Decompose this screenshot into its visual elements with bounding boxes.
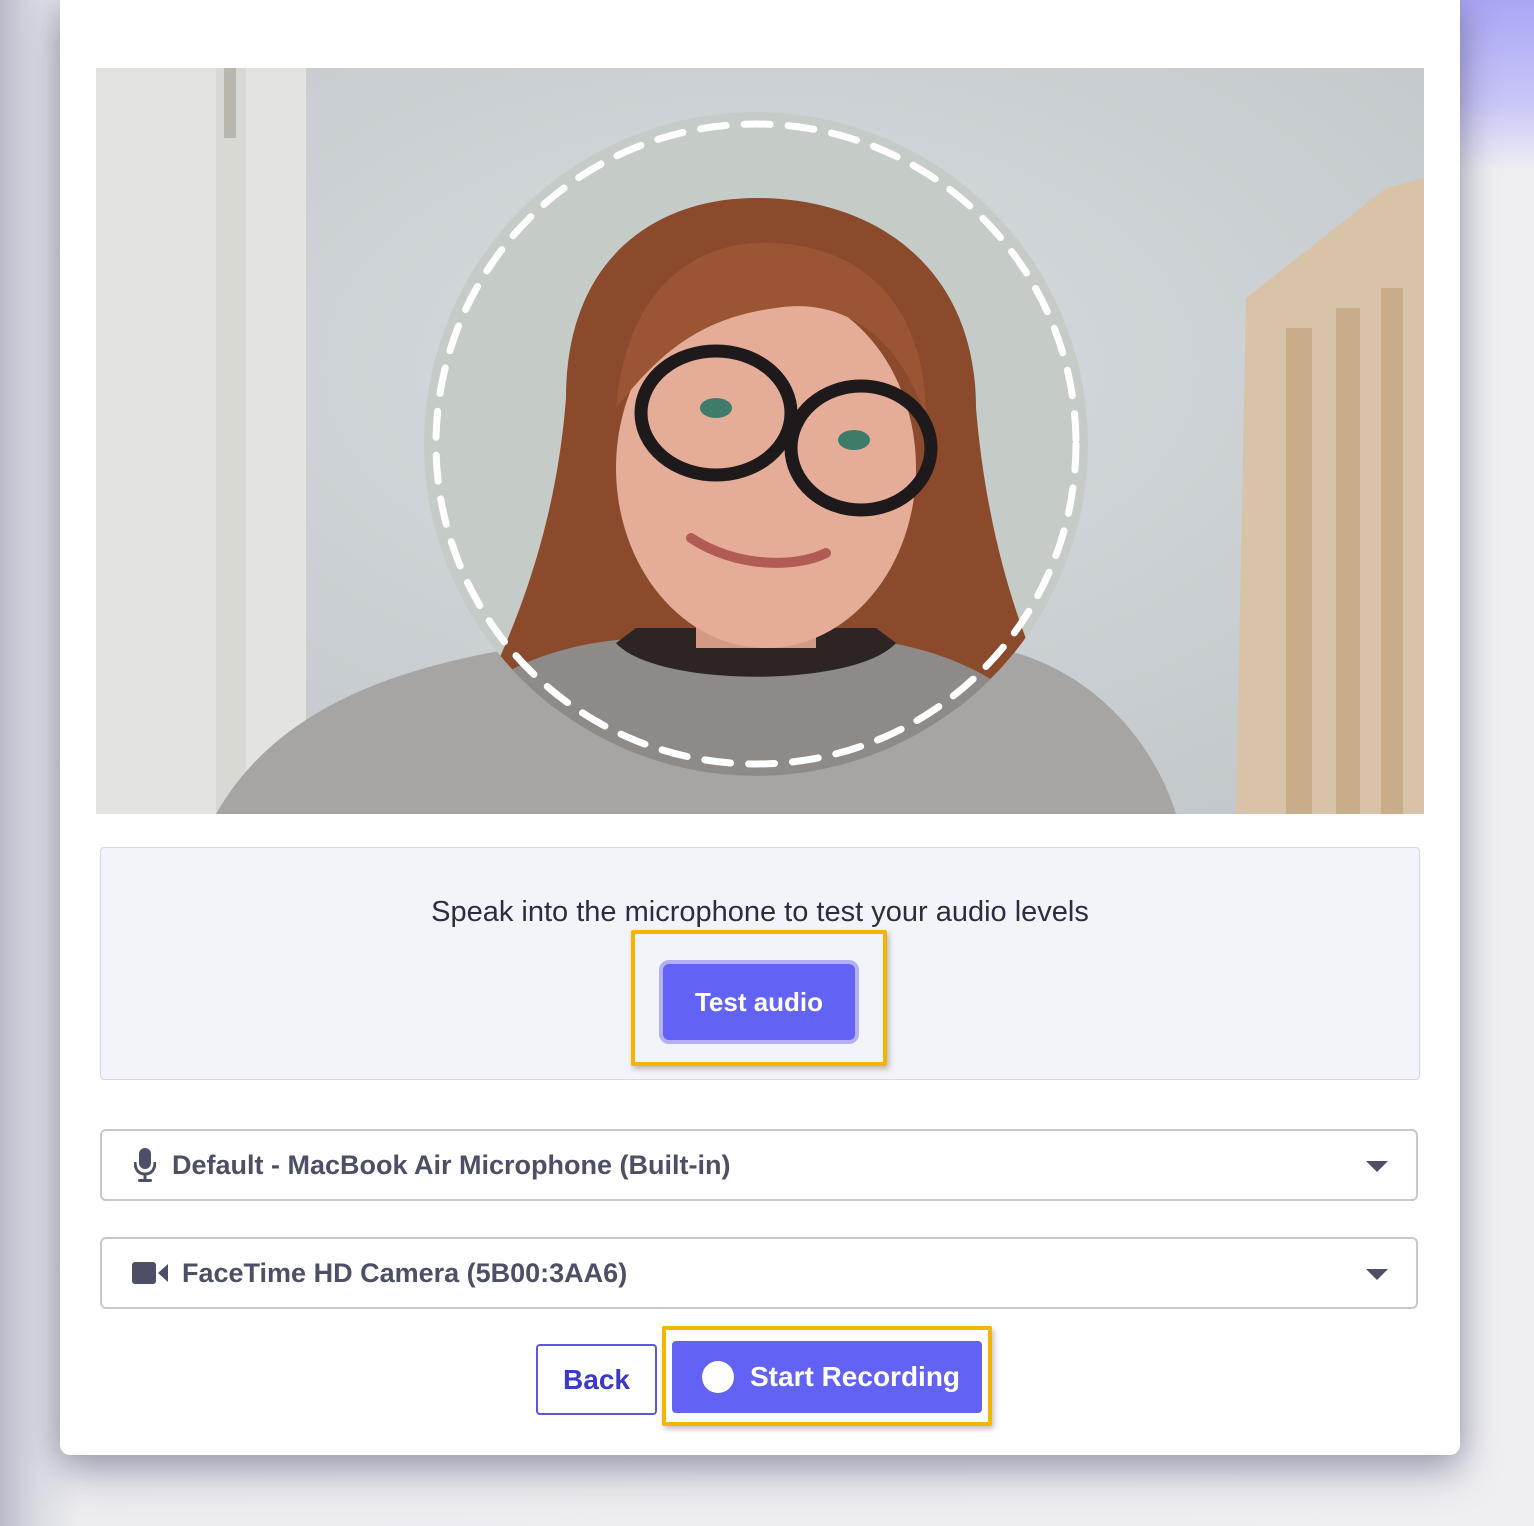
- video-camera-icon: [130, 1261, 170, 1285]
- camera-select[interactable]: FaceTime HD Camera (5B00:3AA6): [100, 1237, 1418, 1309]
- microphone-select-value: Default - MacBook Air Microphone (Built-…: [172, 1149, 731, 1180]
- back-button[interactable]: Back: [536, 1344, 657, 1415]
- camera-select-value: FaceTime HD Camera (5B00:3AA6): [182, 1257, 628, 1288]
- microphone-icon: [130, 1148, 160, 1182]
- audio-test-hint: Speak into the microphone to test your a…: [431, 896, 1089, 928]
- test-audio-button[interactable]: Test audio: [659, 960, 859, 1044]
- background-accent: [1454, 0, 1534, 170]
- camera-preview-image: [96, 68, 1424, 814]
- camera-preview: [96, 68, 1424, 814]
- microphone-select[interactable]: Default - MacBook Air Microphone (Built-…: [100, 1129, 1418, 1201]
- chevron-down-icon: [1366, 1161, 1388, 1172]
- start-recording-label: Start Recording: [750, 1361, 961, 1392]
- start-recording-button[interactable]: Start Recording: [672, 1341, 982, 1413]
- record-dot-icon: [702, 1361, 734, 1393]
- audio-test-panel: Speak into the microphone to test your a…: [100, 847, 1420, 1080]
- recording-setup-card: Speak into the microphone to test your a…: [60, 0, 1460, 1455]
- chevron-down-icon: [1366, 1269, 1388, 1280]
